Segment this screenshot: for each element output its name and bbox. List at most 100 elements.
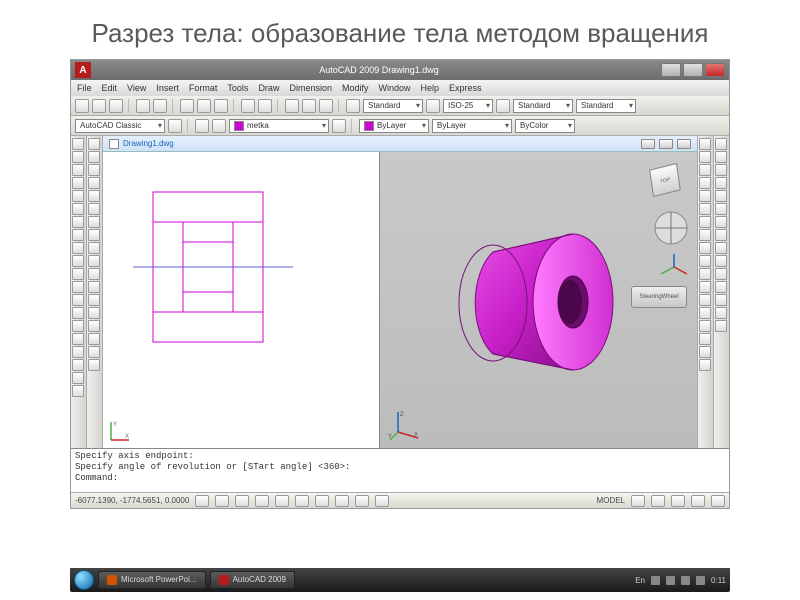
chamfer-icon[interactable] (699, 307, 711, 319)
trim-icon[interactable] (699, 255, 711, 267)
drawing-canvas[interactable]: Drawing1.dwg (103, 136, 697, 448)
textstyle-combo[interactable]: Standard (363, 99, 423, 113)
osnap-toggle[interactable] (275, 495, 289, 507)
maximize-button[interactable] (683, 63, 703, 77)
slice-icon[interactable] (88, 333, 100, 345)
workspace-combo[interactable]: AutoCAD Classic (75, 119, 165, 133)
layer-match-icon[interactable] (332, 119, 346, 133)
menu-edit[interactable]: Edit (102, 83, 118, 93)
polar-toggle[interactable] (255, 495, 269, 507)
loft-icon[interactable] (88, 268, 100, 280)
extra3-icon[interactable] (72, 372, 84, 384)
doc-restore-button[interactable] (659, 139, 673, 149)
help-icon[interactable] (319, 99, 333, 113)
tablestyle-combo[interactable]: Standard (513, 99, 573, 113)
layer-combo[interactable]: metka (229, 119, 329, 133)
dimstyle-combo[interactable]: ISO-25 (443, 99, 493, 113)
menu-draw[interactable]: Draw (258, 83, 279, 93)
save-icon[interactable] (109, 99, 123, 113)
extra2-icon[interactable] (72, 359, 84, 371)
tray-icon[interactable] (696, 576, 705, 585)
minimize-button[interactable] (661, 63, 681, 77)
tray-icon[interactable] (666, 576, 675, 585)
tray-icon[interactable] (681, 576, 690, 585)
rectangle-icon[interactable] (72, 177, 84, 189)
extend-icon[interactable] (699, 268, 711, 280)
status-extra2[interactable] (651, 495, 665, 507)
separate-icon[interactable] (715, 255, 727, 267)
undo-icon[interactable] (241, 99, 255, 113)
layer-properties-icon[interactable] (195, 119, 209, 133)
union-icon[interactable] (88, 281, 100, 293)
fillet3d-icon[interactable] (715, 203, 727, 215)
paste-icon[interactable] (214, 99, 228, 113)
revolve-icon[interactable] (88, 242, 100, 254)
mtext-icon[interactable] (72, 333, 84, 345)
preview-icon[interactable] (153, 99, 167, 113)
viewcube[interactable]: TOP (643, 158, 689, 204)
menu-view[interactable]: View (127, 83, 146, 93)
3dmirror-icon[interactable] (715, 177, 727, 189)
section-icon[interactable] (88, 346, 100, 358)
extrude-icon[interactable] (88, 229, 100, 241)
taskbar-powerpoint[interactable]: Microsoft PowerPoi... (98, 571, 206, 589)
3dmove-icon[interactable] (715, 138, 727, 150)
menu-tools[interactable]: Tools (227, 83, 248, 93)
menu-window[interactable]: Window (379, 83, 411, 93)
menu-modify[interactable]: Modify (342, 83, 369, 93)
snap-toggle[interactable] (195, 495, 209, 507)
ortho-toggle[interactable] (235, 495, 249, 507)
status-extra3[interactable] (671, 495, 685, 507)
copy2-icon[interactable] (699, 151, 711, 163)
pyramid-icon[interactable] (88, 190, 100, 202)
workspace-gear-icon[interactable] (168, 119, 182, 133)
face2-icon[interactable] (715, 307, 727, 319)
box-icon[interactable] (88, 138, 100, 150)
block-icon[interactable] (72, 255, 84, 267)
spline-icon[interactable] (72, 229, 84, 241)
cut-icon[interactable] (180, 99, 194, 113)
language-indicator[interactable]: En (635, 576, 645, 585)
status-extra5[interactable] (711, 495, 725, 507)
chamfer3d-icon[interactable] (715, 216, 727, 228)
otrack-toggle[interactable] (295, 495, 309, 507)
menu-file[interactable]: File (77, 83, 92, 93)
lwt-toggle[interactable] (355, 495, 369, 507)
command-prompt[interactable]: Command: (75, 473, 725, 484)
doc-minimize-button[interactable] (641, 139, 655, 149)
revcloud-icon[interactable] (72, 216, 84, 228)
wedge-icon[interactable] (88, 203, 100, 215)
text-style-icon[interactable] (346, 99, 360, 113)
taper-icon[interactable] (715, 242, 727, 254)
3darray-icon[interactable] (715, 190, 727, 202)
pan-icon[interactable] (285, 99, 299, 113)
new-icon[interactable] (75, 99, 89, 113)
sphere-icon[interactable] (88, 177, 100, 189)
viewport-3d[interactable]: TOP SteeringWheel (380, 152, 697, 448)
copy-icon[interactable] (197, 99, 211, 113)
polygon-icon[interactable] (72, 164, 84, 176)
face3-icon[interactable] (715, 320, 727, 332)
status-extra1[interactable] (631, 495, 645, 507)
face1-icon[interactable] (715, 294, 727, 306)
doc-close-button[interactable] (677, 139, 691, 149)
system-tray[interactable]: En 0:11 (635, 576, 726, 585)
app-logo-icon[interactable]: A (75, 62, 91, 78)
check-icon[interactable] (715, 281, 727, 293)
3dalign-icon[interactable] (715, 164, 727, 176)
close-button[interactable] (705, 63, 725, 77)
point-icon[interactable] (72, 268, 84, 280)
thicken-icon[interactable] (88, 359, 100, 371)
subtract-icon[interactable] (88, 294, 100, 306)
viewcube-face[interactable]: TOP (649, 163, 681, 197)
model-space-label[interactable]: MODEL (597, 496, 625, 505)
menu-format[interactable]: Format (189, 83, 218, 93)
erase-icon[interactable] (699, 138, 711, 150)
offset-icon[interactable] (699, 177, 711, 189)
print-icon[interactable] (136, 99, 150, 113)
line-icon[interactable] (72, 138, 84, 150)
rotate-icon[interactable] (699, 216, 711, 228)
break-icon[interactable] (699, 281, 711, 293)
modify1-icon[interactable] (699, 346, 711, 358)
sweep-icon[interactable] (88, 255, 100, 267)
